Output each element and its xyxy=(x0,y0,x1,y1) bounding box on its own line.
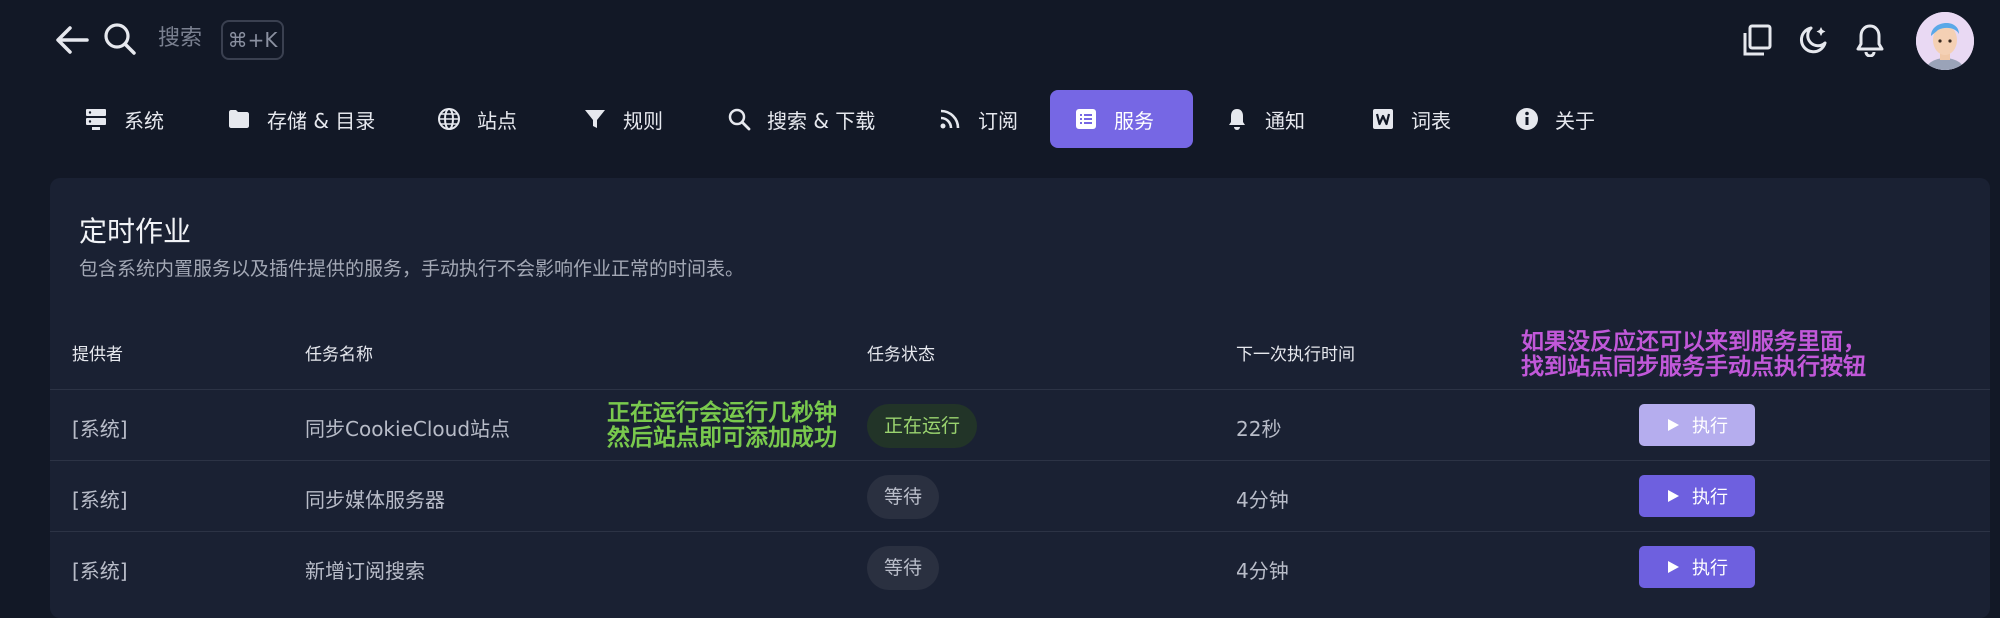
search-icon xyxy=(728,108,751,131)
column-header-task-name: 任务名称 xyxy=(305,345,373,365)
tab-storage[interactable]: 存储 & 目录 xyxy=(203,90,388,148)
avatar-image xyxy=(1916,12,1974,70)
tab-label: 站点 xyxy=(477,108,517,133)
run-button-label: 执行 xyxy=(1692,487,1728,508)
status-badge: 等待 xyxy=(867,546,940,590)
cell-task-name: 同步媒体服务器 xyxy=(305,488,445,512)
moon-star-icon[interactable] xyxy=(1797,24,1829,56)
page-subtitle: 包含系统内置服务以及插件提供的服务，手动执行不会影响作业正常的时间表。 xyxy=(79,258,745,280)
tab-system[interactable]: 系统 xyxy=(60,90,185,148)
annotation-line: 如果没反应还可以来到服务里面， xyxy=(1521,329,1866,355)
shortcut-badge: ⌘+K xyxy=(221,20,284,60)
cell-next-run: 4分钟 xyxy=(1236,488,1289,512)
filter-icon xyxy=(585,110,605,128)
play-icon xyxy=(1668,561,1679,573)
column-header-provider: 提供者 xyxy=(72,345,123,365)
tab-label: 通知 xyxy=(1265,108,1305,133)
search-icon[interactable] xyxy=(103,22,137,56)
tab-label: 词表 xyxy=(1411,108,1451,133)
list-icon xyxy=(1076,109,1096,129)
divider xyxy=(50,460,1990,461)
tab-wordlist[interactable]: 词表 xyxy=(1347,90,1472,148)
cell-task-name: 同步CookieCloud站点 xyxy=(305,417,511,441)
rss-icon xyxy=(940,109,960,129)
tab-rules[interactable]: 规则 xyxy=(559,90,684,148)
tab-label: 规则 xyxy=(623,108,663,133)
run-button-label: 执行 xyxy=(1692,416,1728,437)
divider xyxy=(50,389,1990,390)
avatar[interactable] xyxy=(1916,12,1974,70)
page-title: 定时作业 xyxy=(79,215,192,248)
status-badge: 等待 xyxy=(867,475,940,519)
cell-task-name: 新增订阅搜索 xyxy=(305,559,425,583)
tab-subscribe[interactable]: 订阅 xyxy=(914,90,1039,148)
tab-notifications[interactable]: 通知 xyxy=(1201,90,1326,148)
copy-window-icon[interactable] xyxy=(1742,24,1772,56)
tab-label: 存储 & 目录 xyxy=(267,108,376,133)
cell-provider: [系统] xyxy=(72,559,128,583)
server-icon xyxy=(86,109,106,130)
annotation-line: 找到站点同步服务手动点执行按钮 xyxy=(1521,354,1866,380)
divider xyxy=(50,531,1990,532)
folder-icon xyxy=(229,110,249,128)
annotation-running-note: 正在运行会运行几秒钟 然后站点即可添加成功 xyxy=(607,401,837,451)
tab-search-download[interactable]: 搜索 & 下载 xyxy=(703,90,888,148)
info-icon xyxy=(1516,108,1538,130)
annotation-line: 然后站点即可添加成功 xyxy=(607,425,837,451)
play-icon xyxy=(1668,419,1679,431)
tab-sites[interactable]: 站点 xyxy=(413,90,538,148)
word-icon xyxy=(1373,109,1393,129)
run-button[interactable]: 执行 xyxy=(1639,404,1755,446)
tab-label: 系统 xyxy=(124,108,164,133)
annotation-line: 正在运行会运行几秒钟 xyxy=(607,400,837,426)
search-input[interactable]: 搜索 xyxy=(158,24,202,54)
tab-services[interactable]: 服务 xyxy=(1050,90,1193,148)
cell-provider: [系统] xyxy=(72,417,128,441)
column-header-status: 任务状态 xyxy=(867,345,935,365)
play-icon xyxy=(1668,490,1679,502)
tab-label: 订阅 xyxy=(978,108,1018,133)
run-button[interactable]: 执行 xyxy=(1639,475,1755,517)
tab-about[interactable]: 关于 xyxy=(1491,90,1616,148)
column-header-next-run: 下一次执行时间 xyxy=(1236,345,1355,365)
tab-label: 关于 xyxy=(1555,108,1595,133)
top-bar: 搜索 ⌘+K xyxy=(0,0,2000,80)
globe-icon xyxy=(438,108,460,130)
cell-provider: [系统] xyxy=(72,488,128,512)
back-arrow-icon[interactable] xyxy=(55,24,89,56)
status-badge: 正在运行 xyxy=(867,404,978,448)
run-button[interactable]: 执行 xyxy=(1639,546,1755,588)
run-button-label: 执行 xyxy=(1692,558,1728,579)
annotation-manual-run-note: 如果没反应还可以来到服务里面， 找到站点同步服务手动点执行按钮 xyxy=(1521,330,1866,380)
bell-icon xyxy=(1229,109,1245,130)
settings-tabs: 系统 存储 & 目录 站点 规则 搜索 & 下载 订阅 服务 通知 词表 关于 xyxy=(0,90,2000,148)
cell-next-run: 4分钟 xyxy=(1236,559,1289,583)
bell-icon[interactable] xyxy=(1855,23,1885,57)
tab-label: 搜索 & 下载 xyxy=(767,108,876,133)
tab-label: 服务 xyxy=(1114,108,1154,133)
cell-next-run: 22秒 xyxy=(1236,417,1282,441)
